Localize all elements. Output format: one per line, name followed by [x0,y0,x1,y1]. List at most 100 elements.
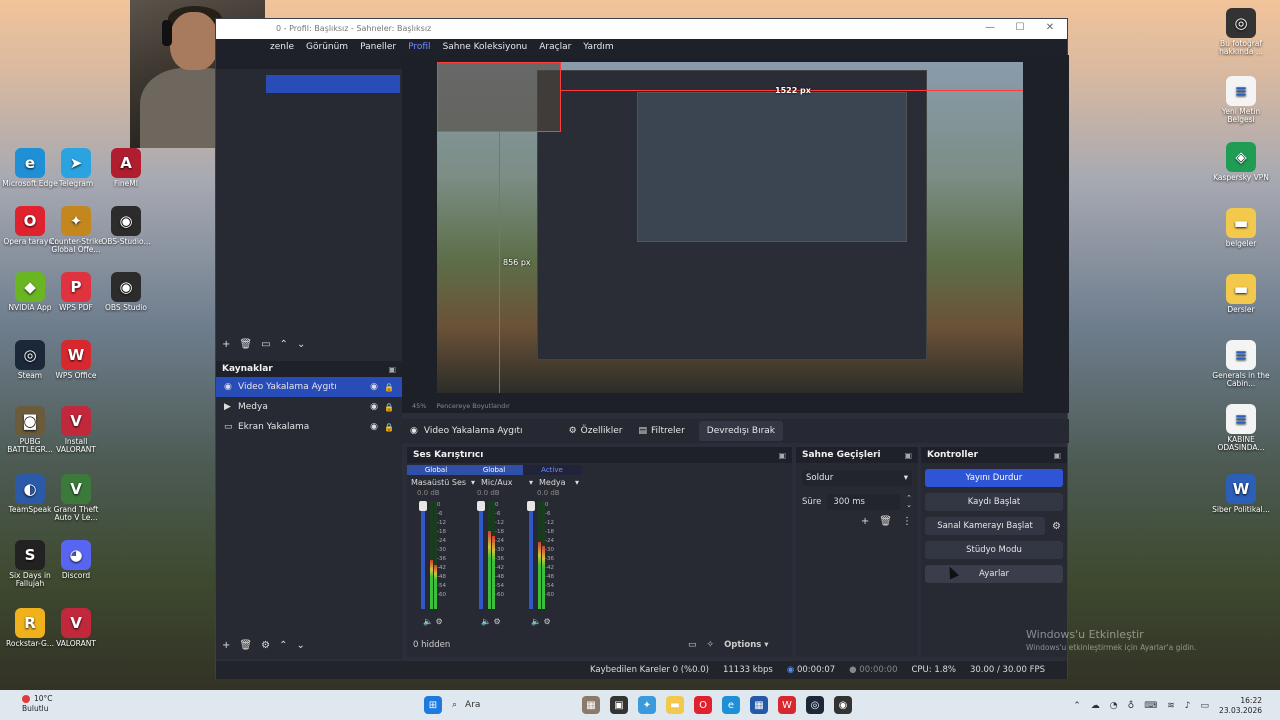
tab-global[interactable]: Global [407,465,465,475]
cloud-icon[interactable]: ☁ [1091,701,1100,711]
menu-item-help[interactable]: Yardım [577,39,619,55]
settings-icon[interactable]: ⚙ [544,617,551,626]
source-properties-icon[interactable]: ⚙ [261,640,270,651]
volume-icon[interactable]: ♪ [1185,701,1191,711]
chevron-up-icon[interactable]: ⌃ [1073,701,1081,711]
store-icon[interactable]: ▦ [750,696,768,714]
move-down-icon[interactable]: ⌄ [297,339,305,350]
steam-icon[interactable]: ◎ [806,696,824,714]
chevron-down-icon[interactable]: ▾ [571,478,581,487]
menu-item-profile[interactable]: Profil [402,39,436,55]
clock[interactable]: 16:22 23.03.2026 [1219,696,1262,716]
keyboard-icon[interactable]: ⌨ [1144,701,1157,711]
remove-source-icon[interactable]: 🗑 [239,640,252,651]
wps-icon[interactable]: W [778,696,796,714]
lock-icon[interactable]: 🔒 [384,423,394,432]
tab-global-2[interactable]: Global [465,465,523,475]
wifi-icon[interactable]: ≋ [1167,701,1175,711]
desktop-icon[interactable]: V Grand Theft Auto V Le... [46,474,106,522]
taskbar-search[interactable]: ⌕ Ara [452,696,572,714]
maximize-icon[interactable]: ☐ [1005,22,1035,33]
filters-button[interactable]: ▤ Filtreler [630,421,692,441]
zoom-fit[interactable]: Pencereye Boyutlandır [436,402,509,410]
desktop-icon[interactable]: ◈ Kaspersky VPN [1211,142,1271,182]
weather-widget[interactable]: 10°C Bulutlu [22,694,53,714]
task-view-icon[interactable]: ▣ [610,696,628,714]
desktop-icon[interactable]: W WPS Office [46,340,106,380]
desktop-icon[interactable]: ▬ Dersler [1211,274,1271,314]
volume-fader[interactable] [419,501,427,609]
network-icon[interactable]: ✧ [707,640,715,650]
channel-name[interactable]: Mic/Aux [477,478,525,487]
edge-icon[interactable]: e [722,696,740,714]
transition-select[interactable]: Soldur ▾ [802,470,912,486]
opera-icon[interactable]: O [694,696,712,714]
volume-icon[interactable]: 🔈 [531,617,541,626]
desktop-icon[interactable]: ◉ OBS Studio [96,272,156,312]
dock-popout-icon[interactable]: ▣ [904,451,912,460]
dock-popout-icon[interactable]: ▣ [388,365,396,374]
dock-popout-icon[interactable]: ▣ [1053,451,1061,460]
fader-knob[interactable] [477,501,485,511]
preview-canvas[interactable]: 1522 px 856 px [437,62,1023,393]
dock-popout-icon[interactable]: ▣ [778,451,786,460]
add-source-icon[interactable]: + [222,640,230,651]
desktop-icon[interactable]: V VALORANT [46,608,106,648]
network-icon[interactable]: ◔ [1110,701,1118,711]
desktop-icon[interactable]: ≡ Generals in the Cabin... [1211,340,1271,388]
stepper-icon[interactable]: ⌃ ⌄ [906,495,912,509]
eye-icon[interactable]: ◉ [370,422,378,432]
virtual-camera-button[interactable]: Sanal Kamerayı Başlat ⚙ [925,517,1061,535]
menu-item-edit[interactable]: zenle [264,39,300,55]
webcam-source-bounds[interactable] [437,62,561,132]
volume-icon[interactable]: 🔈 [481,617,491,626]
tab-active[interactable]: Active [523,465,581,475]
remove-scene-icon[interactable]: 🗑 [239,339,252,350]
layout-icon[interactable]: ▭ [688,640,697,650]
start-icon[interactable]: ⊞ [424,696,442,714]
settings-icon[interactable]: ⚙ [436,617,443,626]
desktop-icon[interactable]: ◎ Bu fotoğraf hakkında ... [1211,8,1271,56]
move-up-icon[interactable]: ⌃ [280,339,288,350]
desktop-icon[interactable]: W Siber Politikal... [1211,474,1271,514]
desktop-icon[interactable]: ◉ OBS-Studio... [96,206,156,246]
add-transition-icon[interactable]: + [861,516,869,527]
scene-config-icon[interactable]: ▭ [261,339,270,350]
studio-mode-button[interactable]: Stüdyo Modu [925,541,1063,559]
desktop-icon[interactable]: A FineMI [96,148,156,188]
source-item-display-capture[interactable]: ▭ Ekran Yakalama ◉ 🔒 [216,417,402,437]
volume-fader[interactable] [527,501,535,609]
menu-item-tools[interactable]: Araçlar [533,39,577,55]
settings-icon[interactable]: ⚙ [494,617,501,626]
obs-icon[interactable]: ◉ [834,696,852,714]
widgets-icon[interactable]: ▦ [582,696,600,714]
menu-item-docks[interactable]: Paneller [354,39,402,55]
stop-streaming-button[interactable]: Yayını Durdur [925,469,1063,487]
chevron-down-icon[interactable]: ▾ [525,478,535,487]
scene-item-selected[interactable] [266,75,400,93]
gear-icon[interactable]: ⚙ [1052,521,1061,532]
close-icon[interactable]: ✕ [1035,22,1065,33]
desktop-icon[interactable]: ◕ Discord [46,540,106,580]
duration-input[interactable]: 300 ms [827,494,901,510]
fader-knob[interactable] [527,501,535,511]
source-item-media[interactable]: ▶ Medya ◉ 🔒 [216,397,402,417]
start-recording-button[interactable]: Kaydı Başlat [925,493,1063,511]
lock-icon[interactable]: 🔒 [384,383,394,392]
chevron-down-icon[interactable]: ▾ [467,478,477,487]
desktop-icon[interactable]: ≡ KABINE ODASINDA... [1211,404,1271,452]
battery-icon[interactable]: ▭ [1201,701,1210,711]
eye-icon[interactable]: ◉ [370,402,378,412]
more-icon[interactable]: ⋮ [902,516,912,527]
mic-icon[interactable]: ♁ [1128,701,1135,711]
minimize-icon[interactable]: — [975,22,1005,33]
options-button[interactable]: Options ▾ [724,640,768,650]
desktop-icon[interactable]: V Install VALORANT [46,406,106,454]
volume-icon[interactable]: 🔈 [423,617,433,626]
channel-name[interactable]: Medya [535,478,571,487]
add-scene-icon[interactable]: + [222,339,230,350]
deactivate-button[interactable]: Devredışı Bırak [698,421,783,441]
channel-name[interactable]: Masaüstü Ses [407,478,467,487]
volume-fader[interactable] [477,501,485,609]
file-explorer-icon[interactable]: ▬ [666,696,684,714]
